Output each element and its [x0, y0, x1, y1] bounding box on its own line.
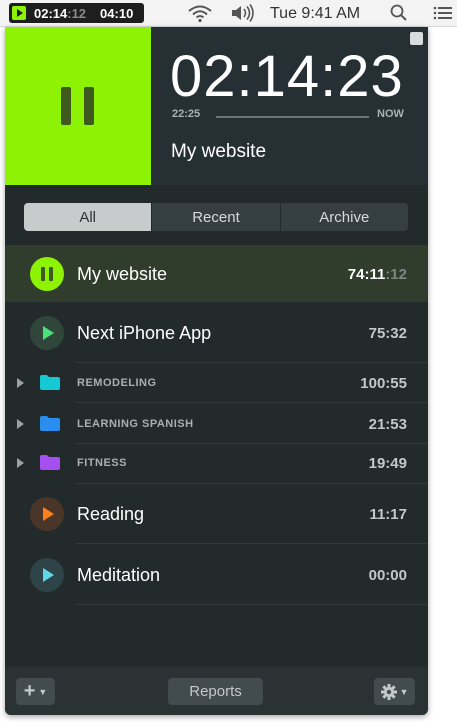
project-name: Reading [77, 504, 145, 524]
project-row-reading[interactable]: Reading 11:17 [5, 484, 428, 544]
project-name: Meditation [77, 565, 161, 585]
folder-row-fitness[interactable]: FITNESS 19:49 [5, 444, 428, 484]
play-icon[interactable] [30, 558, 64, 592]
range-start: 22:25 [172, 108, 201, 120]
project-name: My website [77, 264, 168, 284]
elapsed-time: 02:14:23 [170, 44, 404, 109]
folder-time: 19:49 [368, 455, 407, 472]
wifi-icon[interactable] [187, 3, 213, 23]
timer-popover: 02:14:23 22:25 NOW My website All Recent… [5, 27, 428, 715]
pause-icon[interactable] [30, 257, 64, 291]
gear-icon [380, 683, 397, 700]
current-project-name: My website [171, 141, 267, 162]
project-row-meditation[interactable]: Meditation 00:00 [5, 544, 428, 605]
project-time: 00:00 [368, 567, 407, 584]
play-icon[interactable] [30, 316, 64, 350]
folder-icon [40, 375, 60, 390]
settings-button[interactable]: ▼ [374, 678, 415, 705]
play-icon [12, 6, 26, 20]
tab-all[interactable]: All [24, 203, 152, 231]
bottom-toolbar: + ▼ Reports ▼ [5, 667, 428, 715]
folder-icon [40, 416, 60, 431]
folder-name: REMODELING [77, 377, 157, 389]
play-icon[interactable] [30, 497, 64, 531]
divider [75, 604, 428, 605]
disclosure-arrow-icon[interactable] [17, 458, 24, 468]
chevron-down-icon: ▼ [399, 686, 409, 697]
project-row-next-iphone-app[interactable]: Next iPhone App 75:32 [5, 302, 428, 363]
menubar-clock[interactable]: Tue 9:41 AM [270, 5, 360, 23]
list-icon[interactable] [433, 5, 453, 21]
project-time: 11:17 [369, 506, 407, 523]
folder-time: 21:53 [368, 416, 407, 433]
disclosure-arrow-icon[interactable] [17, 378, 24, 388]
tab-recent[interactable]: Recent [151, 203, 279, 231]
pause-button[interactable] [5, 27, 151, 185]
menubar-timer[interactable]: 02:14:12 04:10 [9, 3, 144, 23]
folder-row-learning-spanish[interactable]: LEARNING SPANISH 21:53 [5, 403, 428, 444]
filter-tabs: All Recent Archive [24, 203, 408, 231]
folder-icon [40, 455, 60, 470]
project-time: 75:32 [368, 325, 407, 342]
disclosure-arrow-icon[interactable] [17, 419, 24, 429]
chevron-down-icon: ▼ [38, 686, 48, 697]
tab-archive[interactable]: Archive [279, 203, 408, 231]
pause-icon [61, 87, 71, 125]
project-row-my-website[interactable]: My website 74:11:12 [5, 245, 428, 302]
volume-icon[interactable] [230, 3, 258, 23]
folder-row-remodeling[interactable]: REMODELING 100:55 [5, 363, 428, 403]
active-timer-header: 02:14:23 22:25 NOW My website [5, 27, 428, 185]
search-icon[interactable] [389, 3, 409, 23]
folder-name: FITNESS [77, 457, 127, 469]
detach-window-icon[interactable] [410, 32, 423, 45]
range-end: NOW [377, 108, 404, 120]
menu-bar: 02:14:12 04:10 Tue 9:41 AM [0, 0, 457, 27]
project-name: Next iPhone App [77, 323, 212, 343]
menubar-total: 04:10 [100, 5, 134, 21]
folder-time: 100:55 [360, 375, 407, 392]
add-button[interactable]: + ▼ [16, 678, 55, 705]
folder-name: LEARNING SPANISH [77, 418, 194, 430]
plus-icon: + [23, 680, 36, 702]
project-time: 74:11:12 [347, 266, 407, 283]
menubar-elapsed: 02:14:12 [34, 5, 87, 21]
time-progress-track [216, 116, 369, 118]
reports-button[interactable]: Reports [168, 678, 263, 705]
